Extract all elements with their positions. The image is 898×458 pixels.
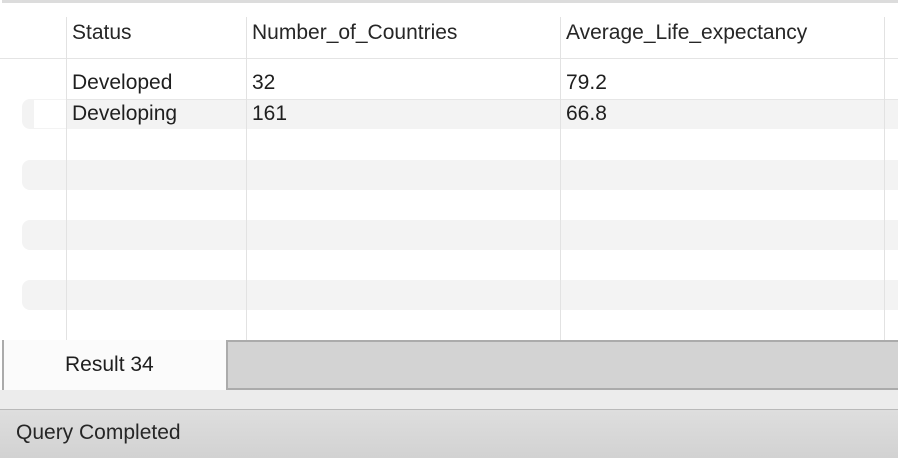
table-row[interactable]: Developed 32 79.2 xyxy=(0,68,898,98)
row-selector[interactable] xyxy=(34,100,66,128)
tab-label: Result 34 xyxy=(65,353,154,376)
tab-result-34[interactable]: Result 34 xyxy=(4,340,228,390)
cell-status[interactable]: Developed xyxy=(72,70,172,96)
cell-number-of-countries[interactable]: 161 xyxy=(252,101,287,127)
column-divider xyxy=(560,17,561,342)
column-header-average-life-expectancy[interactable]: Average_Life_expectancy xyxy=(566,19,807,47)
result-grid[interactable]: Status Number_of_Countries Average_Life_… xyxy=(0,0,898,342)
cell-average-life-expectancy[interactable]: 66.8 xyxy=(566,101,607,127)
column-divider xyxy=(884,17,885,342)
grid-header-row: Status Number_of_Countries Average_Life_… xyxy=(0,17,898,49)
query-results-panel: Status Number_of_Countries Average_Life_… xyxy=(0,0,898,458)
cell-average-life-expectancy[interactable]: 79.2 xyxy=(566,70,607,96)
cell-number-of-countries[interactable]: 32 xyxy=(252,70,275,96)
table-row[interactable]: Developing 161 66.8 xyxy=(0,99,898,129)
cell-status[interactable]: Developing xyxy=(72,101,177,127)
grid-top-border xyxy=(2,0,898,3)
status-bar: Query Completed xyxy=(0,409,898,458)
column-divider xyxy=(66,17,67,342)
panel-gap xyxy=(0,390,898,409)
row-stripe xyxy=(22,220,898,250)
column-header-number-of-countries[interactable]: Number_of_Countries xyxy=(252,19,457,47)
column-header-status[interactable]: Status xyxy=(72,19,132,47)
header-divider xyxy=(0,58,898,59)
status-message: Query Completed xyxy=(16,421,181,444)
column-divider xyxy=(246,17,247,342)
row-stripe xyxy=(22,280,898,310)
row-stripe xyxy=(22,160,898,190)
